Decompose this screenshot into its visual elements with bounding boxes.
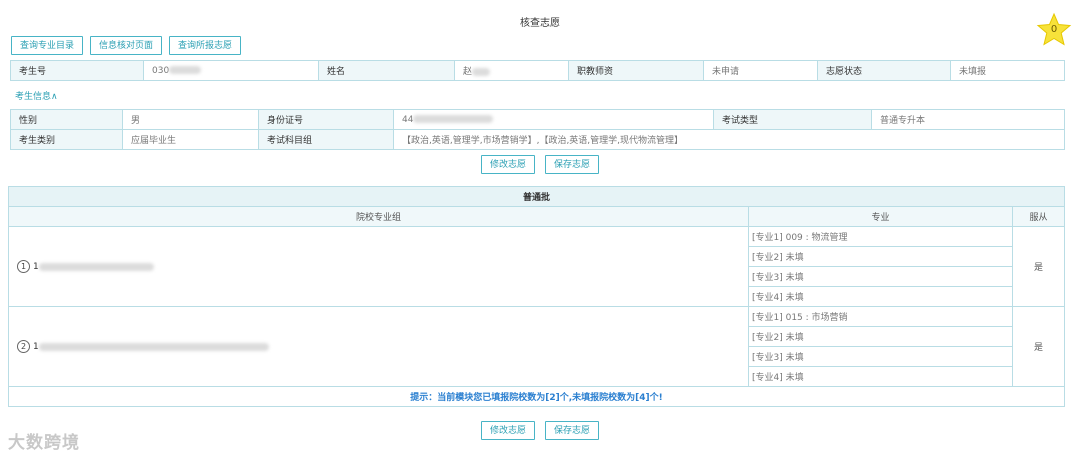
mid-actions: 修改志愿 保存志愿 [0, 155, 1080, 174]
gender-label: 性别 [10, 109, 123, 130]
teacher-label: 职教师资 [568, 60, 704, 81]
candidate-info-toggle[interactable]: 考生信息∧ [15, 89, 58, 102]
hint-text: 提示：当前模块您已填报院校数为[2]个,未填报院校数为[4]个! [8, 386, 1065, 407]
col-obey: 服从 [1012, 206, 1065, 227]
obey-value: 是 [1012, 306, 1065, 387]
exam-type-value: 普通专升本 [871, 109, 1065, 130]
major-item: [专业1] 015 : 市场营销 [748, 306, 1013, 327]
major-item: [专业4] 未填 [748, 366, 1013, 387]
category-label: 考生类别 [10, 129, 123, 150]
batch-table: 普通批 院校专业组 专业 服从 11 [专业1] 009 : 物流管理 是 [专… [8, 186, 1065, 407]
subjects-value: 【政治,英语,管理学,市场营销学】,【政治,英语,管理学,现代物流管理】 [393, 129, 1065, 150]
star-badge[interactable]: 0 [1036, 12, 1072, 48]
category-value: 应届毕业生 [122, 129, 259, 150]
exam-type-label: 考试类型 [713, 109, 872, 130]
status-value: 未填报 [950, 60, 1065, 81]
exam-no-label: 考生号 [10, 60, 144, 81]
candidate-header-table: 考生号 030 姓名 赵 职教师资 未申请 志愿状态 未填报 [10, 60, 1065, 81]
group-number: 2 [17, 340, 30, 353]
obey-value: 是 [1012, 226, 1065, 307]
bottom-actions: 修改志愿 保存志愿 [0, 421, 1080, 440]
subjects-label: 考试科目组 [258, 129, 394, 150]
status-label: 志愿状态 [817, 60, 951, 81]
major-item: [专业3] 未填 [748, 266, 1013, 287]
watermark-logo: 大数跨境 [8, 433, 80, 453]
exam-no-value: 030 [143, 60, 319, 81]
gender-value: 男 [122, 109, 259, 130]
modify-button-bottom[interactable]: 修改志愿 [480, 421, 535, 440]
group-number: 1 [17, 260, 30, 273]
info-check-page-button[interactable]: 信息核对页面 [90, 36, 163, 55]
teacher-value: 未申请 [703, 60, 818, 81]
modify-button[interactable]: 修改志愿 [480, 155, 535, 174]
top-toolbar: 查询专业目录 信息核对页面 查询所报志愿 [11, 36, 242, 55]
candidate-info-table: 性别 男 身份证号 44 考试类型 普通专升本 考生类别 应届毕业生 考试科目组… [10, 109, 1065, 150]
star-count: 0 [1050, 24, 1058, 35]
col-school-group: 院校专业组 [8, 206, 749, 227]
school-group-1: 11 [8, 226, 749, 307]
query-major-catalog-button[interactable]: 查询专业目录 [11, 36, 84, 55]
major-item: [专业4] 未填 [748, 286, 1013, 307]
major-item: [专业1] 009 : 物流管理 [748, 226, 1013, 247]
query-applied-button[interactable]: 查询所报志愿 [169, 36, 242, 55]
name-label: 姓名 [318, 60, 455, 81]
page-title: 核查志愿 [520, 18, 560, 29]
name-value: 赵 [454, 60, 569, 81]
school-group-2: 21 [8, 306, 749, 387]
col-major: 专业 [748, 206, 1013, 227]
save-button[interactable]: 保存志愿 [545, 155, 600, 174]
major-item: [专业3] 未填 [748, 346, 1013, 367]
save-button-bottom[interactable]: 保存志愿 [545, 421, 600, 440]
major-item: [专业2] 未填 [748, 326, 1013, 347]
id-value: 44 [393, 109, 714, 130]
batch-title: 普通批 [8, 186, 1065, 207]
major-item: [专业2] 未填 [748, 246, 1013, 267]
id-label: 身份证号 [258, 109, 394, 130]
